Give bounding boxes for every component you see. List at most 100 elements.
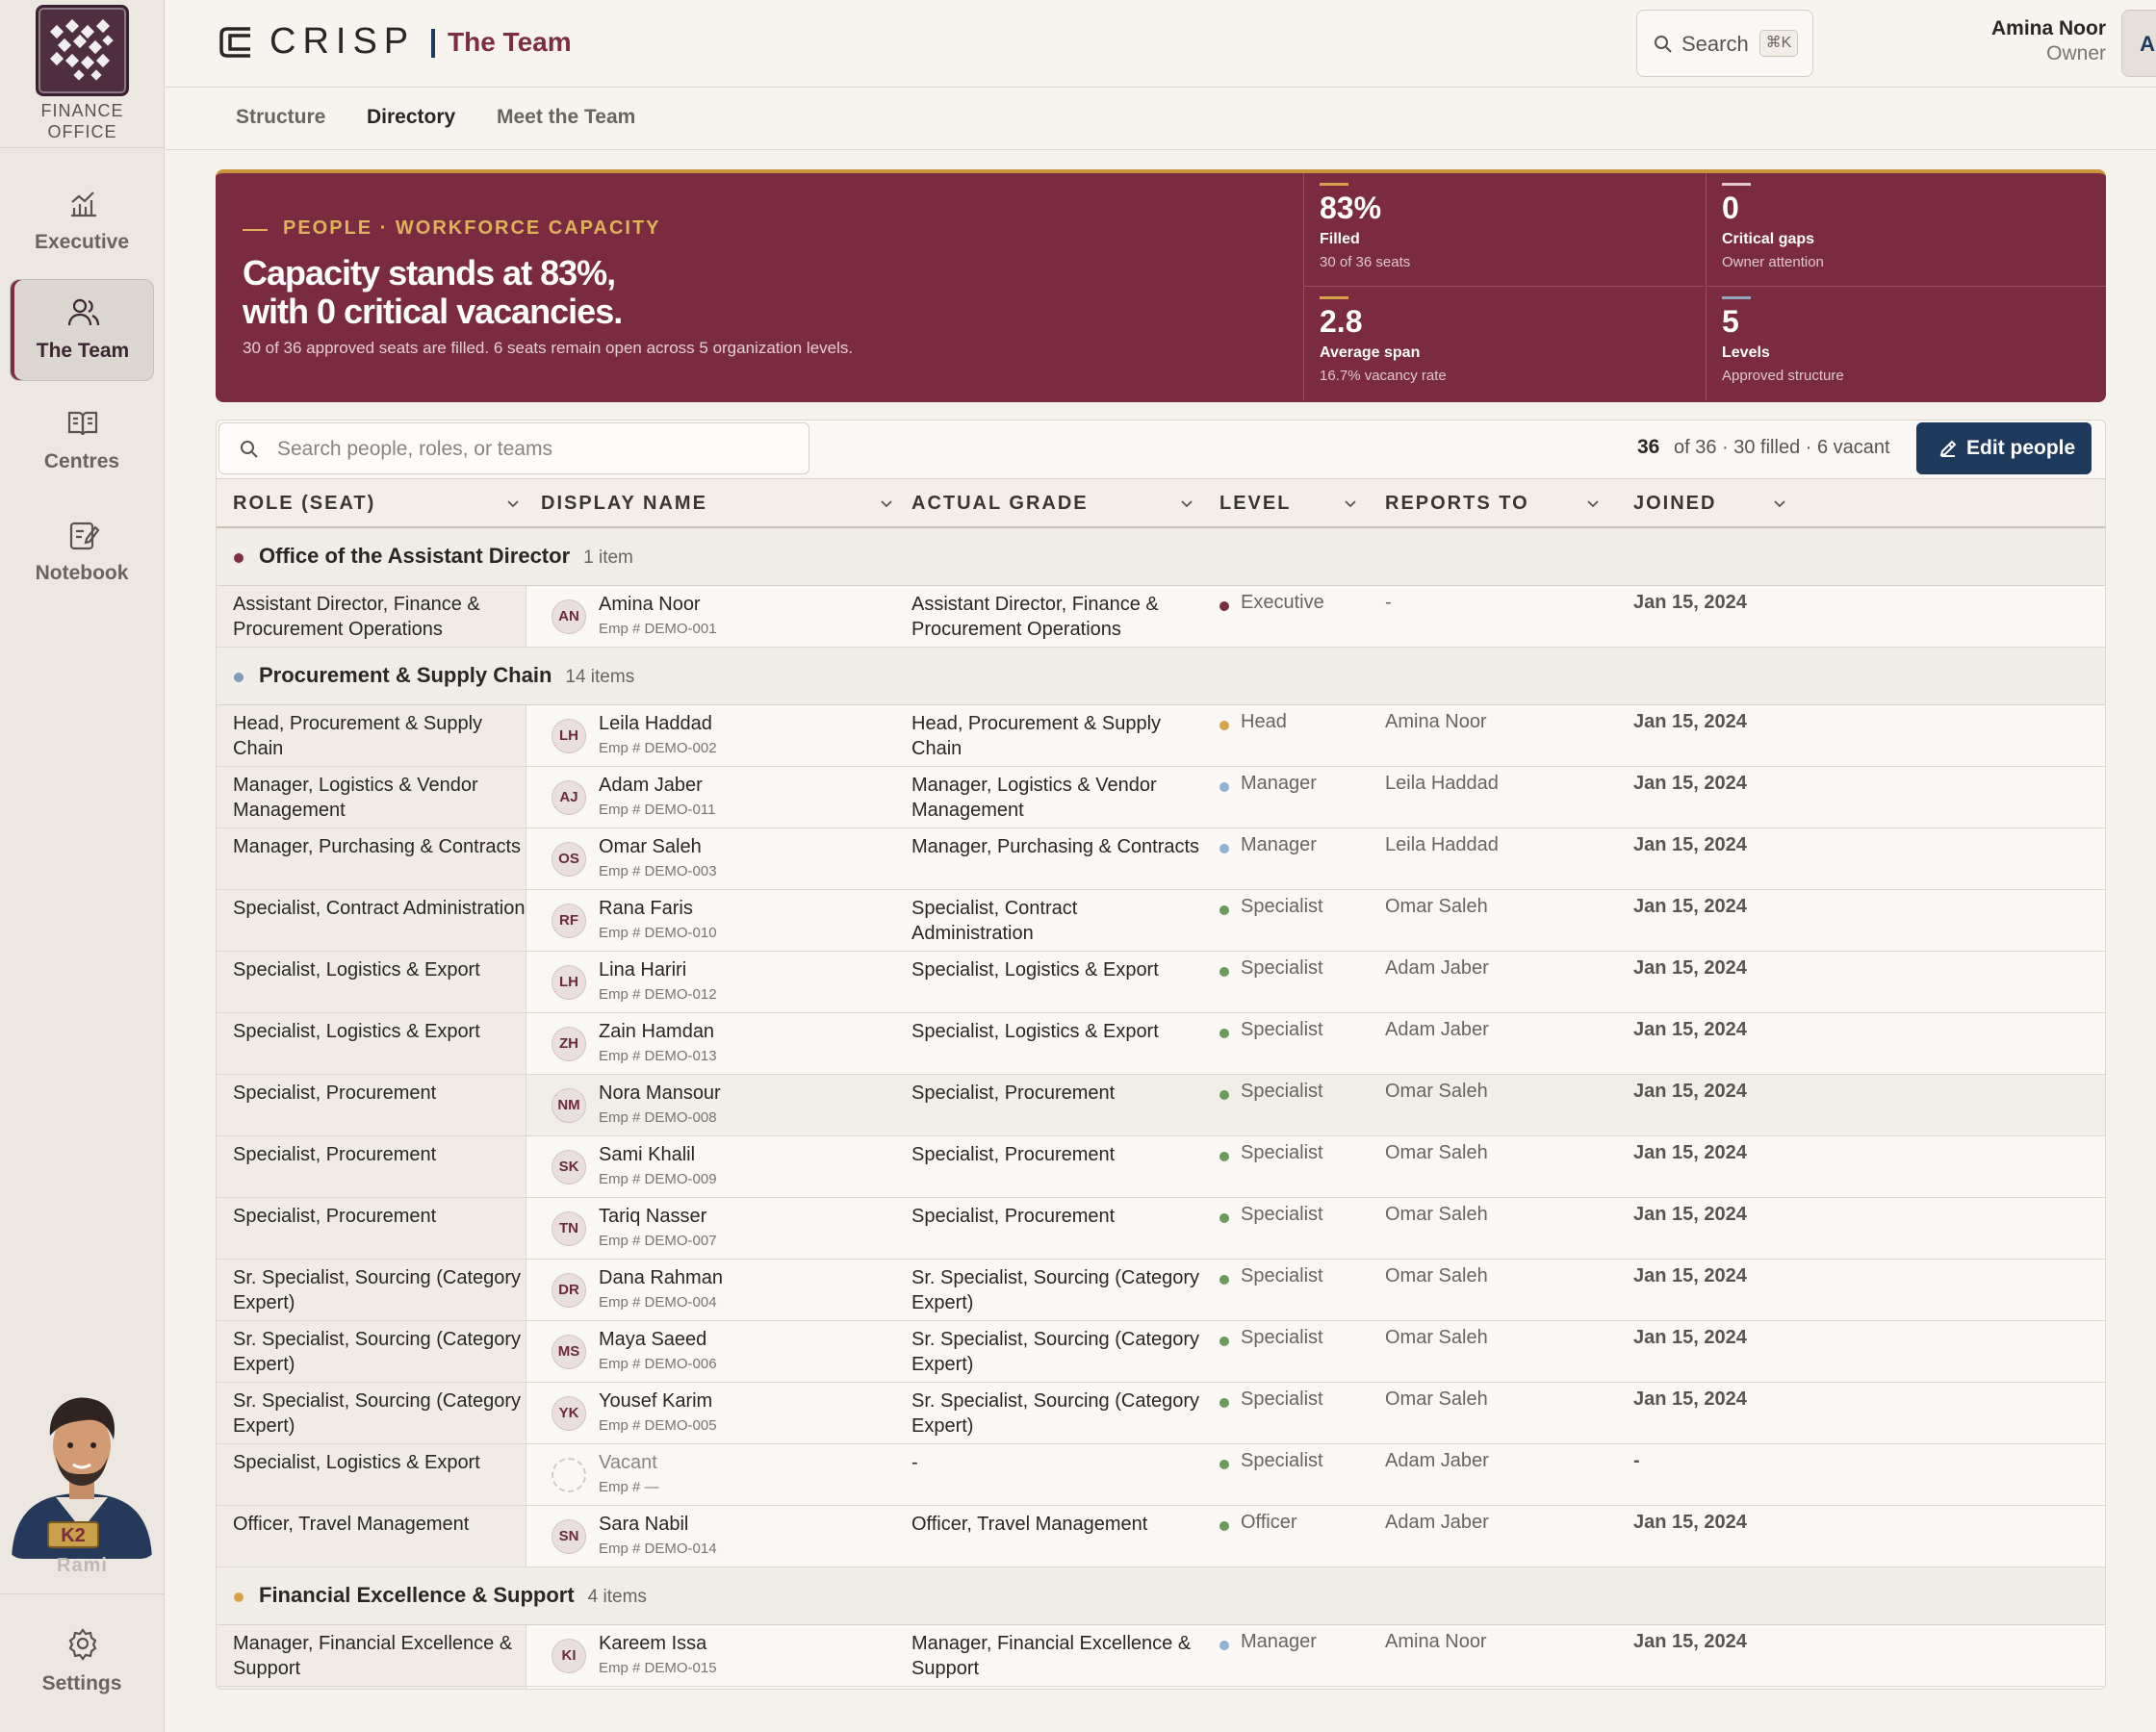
column-header-level[interactable]: LEVEL — [1219, 493, 1291, 515]
level-label: Head — [1241, 711, 1287, 732]
joined-date: Jan 15, 2024 — [1633, 1142, 1747, 1163]
display-name[interactable]: Kareem Issa — [599, 1633, 706, 1655]
notebook-icon — [69, 522, 100, 550]
display-name[interactable]: Sara Nabil — [599, 1514, 688, 1536]
chevron-down-icon[interactable] — [1774, 500, 1785, 508]
edit-people-button[interactable]: Edit people — [1916, 422, 2092, 474]
level-dot — [1219, 1337, 1229, 1346]
joined-date: Jan 15, 2024 — [1633, 957, 1747, 979]
level-dot — [1219, 1090, 1229, 1100]
actual-grade: Specialist, Procurement — [911, 1206, 1116, 1227]
display-name[interactable]: Adam Jaber — [599, 775, 703, 797]
level-dot — [1219, 1213, 1229, 1223]
user-role: Owner — [2046, 42, 2106, 64]
level-dot — [1219, 1275, 1229, 1285]
avatar — [552, 1458, 586, 1492]
table-row[interactable]: Manager, Financial Excellence & Support K… — [217, 1625, 2105, 1687]
table-row[interactable]: Sr. Specialist, Sourcing (Category Exper… — [217, 1260, 2105, 1321]
table-row[interactable]: Specialist, Logistics & Export LH Lina Har… — [217, 952, 2105, 1013]
display-name[interactable]: Sami Khalil — [599, 1144, 695, 1166]
assistant-avatar[interactable]: K2 — [6, 1386, 158, 1559]
avatar: DR — [552, 1273, 586, 1308]
group-title: Financial Excellence & Support — [259, 1583, 575, 1607]
sidebar-item-notebook[interactable]: Notebook — [10, 502, 154, 604]
sidebar-item-the-team[interactable]: The Team — [10, 279, 154, 381]
breadcrumb-divider — [431, 29, 435, 58]
display-name[interactable]: Tariq Nasser — [599, 1206, 706, 1228]
directory-search-input[interactable]: Search people, roles, or teams — [218, 422, 809, 474]
level-label: Manager — [1241, 773, 1317, 794]
avatar[interactable]: AN — [2121, 10, 2156, 77]
chevron-down-icon[interactable] — [1181, 500, 1193, 508]
actual-grade: Specialist, Contract Administration — [911, 898, 1078, 944]
display-name[interactable]: Amina Noor — [599, 594, 701, 616]
chevron-down-icon[interactable] — [1345, 500, 1356, 508]
table-row[interactable]: Sr. Specialist, Sourcing (Category Exper… — [217, 1383, 2105, 1444]
column-header-reports-to[interactable]: REPORTS TO — [1385, 493, 1529, 515]
column-header-joined[interactable]: JOINED — [1633, 493, 1716, 515]
capacity-hero: PEOPLE · WORKFORCE CAPACITY Capacity sta… — [216, 169, 2106, 402]
table-row[interactable]: Specialist, Logistics & Export ZH Zain Ham… — [217, 1013, 2105, 1075]
display-name[interactable]: Maya Saeed — [599, 1329, 706, 1351]
joined-date: Jan 15, 2024 — [1633, 834, 1747, 855]
reports-to: Adam Jaber — [1385, 957, 1489, 979]
reports-to: Amina Noor — [1385, 711, 1487, 732]
display-name[interactable]: Zain Hamdan — [599, 1021, 714, 1043]
display-name[interactable]: Rana Faris — [599, 898, 693, 920]
display-name[interactable]: Nora Mansour — [599, 1082, 721, 1105]
display-name[interactable]: Leila Haddad — [599, 713, 712, 735]
employee-number: Emp # DEMO-001 — [599, 621, 717, 637]
joined-date: Jan 15, 2024 — [1633, 1204, 1747, 1225]
display-name[interactable]: Omar Saleh — [599, 836, 702, 858]
display-name[interactable]: Dana Rahman — [599, 1267, 723, 1289]
row-count: 36 — [1637, 436, 1660, 458]
table-row[interactable]: Specialist, Procurement SK Sami Khalil Emp … — [217, 1136, 2105, 1198]
chevron-down-icon[interactable] — [1587, 500, 1599, 508]
role-seat: Manager, Purchasing & Contracts — [217, 828, 526, 889]
group-count: 1 item — [583, 548, 633, 568]
table-row[interactable] — [217, 1687, 2105, 1689]
table-row[interactable]: Officer, Travel Management SN Sara Nabil Em… — [217, 1506, 2105, 1567]
sidebar-item-executive[interactable]: Executive — [10, 171, 154, 273]
level-dot — [1219, 782, 1229, 792]
chevron-down-icon[interactable] — [507, 500, 519, 508]
group-header[interactable]: Office of the Assistant Director 1 item — [217, 528, 2105, 586]
office-name: FINANCE OFFICE — [0, 100, 165, 142]
column-header-display-name[interactable]: DISPLAY NAME — [541, 493, 707, 515]
kpi-label: Filled — [1320, 231, 1360, 247]
joined-date: Jan 15, 2024 — [1633, 773, 1747, 794]
sidebar-item-centres[interactable]: Centres — [10, 391, 154, 493]
joined-date: Jan 15, 2024 — [1633, 592, 1747, 613]
employee-number: Emp # DEMO-004 — [599, 1294, 717, 1311]
tab-directory[interactable]: Directory — [367, 106, 455, 129]
chevron-down-icon[interactable] — [881, 500, 892, 508]
group-header[interactable]: Financial Excellence & Support 4 items — [217, 1567, 2105, 1625]
tab-meet-the-team[interactable]: Meet the Team — [497, 106, 635, 129]
table-row[interactable]: Sr. Specialist, Sourcing (Category Exper… — [217, 1321, 2105, 1383]
display-name[interactable]: Lina Hariri — [599, 959, 686, 981]
group-header[interactable]: Procurement & Supply Chain 14 items — [217, 648, 2105, 705]
kpi-sub: 30 of 36 seats — [1320, 254, 1411, 270]
office-brand[interactable]: FINANCE OFFICE — [0, 0, 165, 148]
tab-structure[interactable]: Structure — [236, 106, 325, 129]
joined-date: Jan 15, 2024 — [1633, 1265, 1747, 1286]
table-row[interactable]: Manager, Logistics & Vendor Management AJ… — [217, 767, 2105, 828]
level-dot — [1219, 601, 1229, 611]
table-row[interactable]: Specialist, Procurement NM Nora Mansour Emp… — [217, 1075, 2105, 1136]
display-name[interactable]: Vacant — [599, 1452, 657, 1474]
table-row[interactable]: Specialist, Logistics & Export Vacant Emp … — [217, 1444, 2105, 1506]
table-row[interactable]: Assistant Director, Finance & Procuremen… — [217, 586, 2105, 648]
table-row[interactable]: Head, Procurement & Supply Chain LH Leila … — [217, 705, 2105, 767]
column-header-actual-grade[interactable]: ACTUAL GRADE — [911, 493, 1089, 515]
table-row[interactable]: Manager, Purchasing & Contracts OS Omar Sa… — [217, 828, 2105, 890]
role-seat — [217, 1687, 526, 1689]
column-header-role[interactable]: ROLE (SEAT) — [233, 493, 375, 515]
sidebar-item-settings[interactable]: Settings — [10, 1617, 154, 1713]
avatar: RF — [552, 904, 586, 938]
actual-grade: Manager, Financial Excellence & Support — [911, 1633, 1192, 1679]
table-row[interactable]: Specialist, Procurement TN Tariq Nasser Emp… — [217, 1198, 2105, 1260]
kpi-critical-gaps: 0 Critical gaps Owner attention — [1706, 173, 2106, 287]
sidebar-item-label: Notebook — [35, 562, 129, 584]
table-row[interactable]: Specialist, Contract Administration RF Ran… — [217, 890, 2105, 952]
display-name[interactable]: Yousef Karim — [599, 1390, 712, 1413]
